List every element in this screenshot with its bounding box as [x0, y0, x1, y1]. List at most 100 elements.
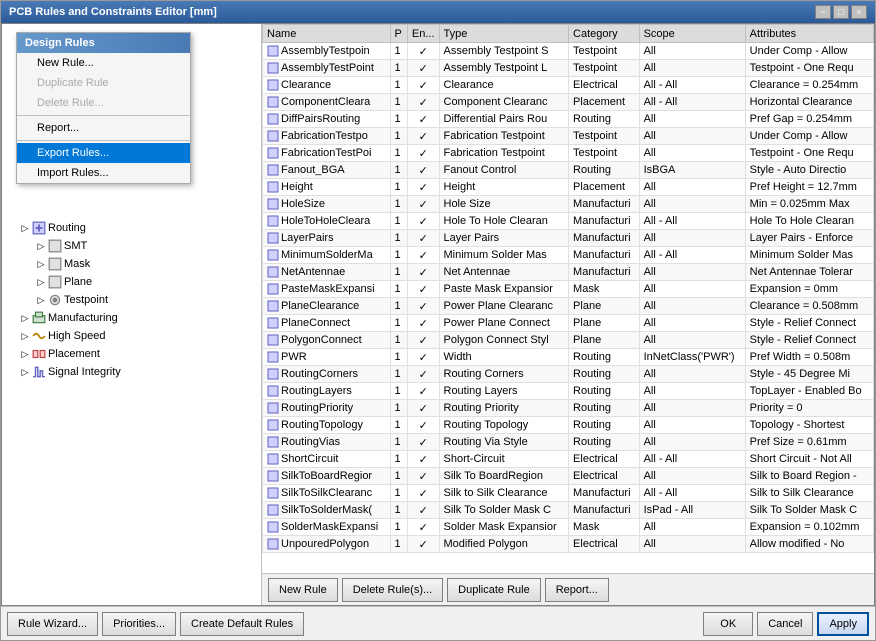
cell-priority: 1 [390, 43, 407, 60]
table-row[interactable]: FabricationTestPoi1✓Fabrication Testpoin… [263, 145, 874, 162]
cell-attributes: Style - 45 Degree Mi [745, 366, 873, 383]
cell-category: Plane [569, 298, 640, 315]
close-button[interactable]: × [851, 5, 867, 19]
cell-attributes: Hole To Hole Clearan [745, 213, 873, 230]
rules-table: Name P En... Type Category Scope Attribu… [262, 24, 874, 553]
table-row[interactable]: PlaneClearance1✓Power Plane ClearancPlan… [263, 298, 874, 315]
menu-item-import-rules[interactable]: Import Rules... [17, 163, 190, 183]
context-menu-header[interactable]: Design Rules [17, 33, 190, 53]
table-row[interactable]: PolygonConnect1✓Polygon Connect StylPlan… [263, 332, 874, 349]
table-row[interactable]: HoleToHoleCleara1✓Hole To Hole ClearanMa… [263, 213, 874, 230]
cell-priority: 1 [390, 247, 407, 264]
cell-scope: All - All [639, 94, 745, 111]
table-row[interactable]: FabricationTestpo1✓Fabrication Testpoint… [263, 128, 874, 145]
tree-label-manufacturing: Manufacturing [48, 312, 118, 324]
create-default-rules-button[interactable]: Create Default Rules [180, 612, 304, 636]
tree-item-placement[interactable]: ▷ Placement [2, 345, 261, 363]
table-row[interactable]: ComponentCleara1✓Component ClearancPlace… [263, 94, 874, 111]
cell-category: Mask [569, 281, 640, 298]
rule-wizard-button[interactable]: Rule Wizard... [7, 612, 98, 636]
table-row[interactable]: SilkToSolderMask(1✓Silk To Solder Mask C… [263, 502, 874, 519]
table-row[interactable]: AssemblyTestPoint1✓Assembly Testpoint LT… [263, 60, 874, 77]
window-title: PCB Rules and Constraints Editor [mm] [9, 6, 217, 18]
cell-category: Routing [569, 434, 640, 451]
table-row[interactable]: PlaneConnect1✓Power Plane ConnectPlaneAl… [263, 315, 874, 332]
tree-item-mask[interactable]: ▷ Mask [2, 255, 261, 273]
cell-scope: All [639, 179, 745, 196]
cell-attributes: Style - Relief Connect [745, 315, 873, 332]
cell-enabled: ✓ [407, 383, 439, 400]
tree-item-plane[interactable]: ▷ Plane [2, 273, 261, 291]
table-row[interactable]: SilkToSilkClearanc1✓Silk to Silk Clearan… [263, 485, 874, 502]
table-row[interactable]: SolderMaskExpansi1✓Solder Mask Expansior… [263, 519, 874, 536]
cell-scope: All [639, 281, 745, 298]
cell-type: Silk To Solder Mask C [439, 502, 569, 519]
duplicate-rule-button[interactable]: Duplicate Rule [447, 578, 541, 602]
menu-item-export-rules[interactable]: Export Rules... [17, 143, 190, 163]
new-rule-button[interactable]: New Rule [268, 578, 338, 602]
cell-type: Assembly Testpoint L [439, 60, 569, 77]
table-row[interactable]: RoutingCorners1✓Routing CornersRoutingAl… [263, 366, 874, 383]
table-row[interactable]: PWR1✓WidthRoutingInNetClass('PWR')Pref W… [263, 349, 874, 366]
delete-rule-button[interactable]: Delete Rule(s)... [342, 578, 443, 602]
cell-enabled: ✓ [407, 162, 439, 179]
cell-priority: 1 [390, 434, 407, 451]
cell-scope: All [639, 315, 745, 332]
cell-type: Hole To Hole Clearan [439, 213, 569, 230]
cell-category: Routing [569, 417, 640, 434]
col-header-category: Category [569, 25, 640, 43]
tree-item-highspeed[interactable]: ▷ High Speed [2, 327, 261, 345]
table-row[interactable]: AssemblyTestpoin1✓Assembly Testpoint STe… [263, 43, 874, 60]
menu-item-new-rule[interactable]: New Rule... [17, 53, 190, 73]
apply-button[interactable]: Apply [817, 612, 869, 636]
table-row[interactable]: PasteMaskExpansi1✓Paste Mask ExpansiorMa… [263, 281, 874, 298]
priorities-button[interactable]: Priorities... [102, 612, 176, 636]
table-row[interactable]: RoutingPriority1✓Routing PriorityRouting… [263, 400, 874, 417]
tree-item-testpoint[interactable]: ▷ Testpoint [2, 291, 261, 309]
rule-icon [267, 96, 279, 108]
table-row[interactable]: ShortCircuit1✓Short-CircuitElectricalAll… [263, 451, 874, 468]
table-row[interactable]: UnpouredPolygon1✓Modified PolygonElectri… [263, 536, 874, 553]
table-row[interactable]: MinimumSolderMa1✓Minimum Solder MasManuf… [263, 247, 874, 264]
table-row[interactable]: RoutingLayers1✓Routing LayersRoutingAllT… [263, 383, 874, 400]
cell-enabled: ✓ [407, 502, 439, 519]
tree-item-smt[interactable]: ▷ SMT [2, 237, 261, 255]
table-row[interactable]: Clearance1✓ClearanceElectricalAll - AllC… [263, 77, 874, 94]
table-row[interactable]: SilkToBoardRegior1✓Silk To BoardRegionEl… [263, 468, 874, 485]
menu-item-delete-rule[interactable]: Delete Rule... [17, 93, 190, 113]
tree-item-signal-integrity[interactable]: ▷ Signal Integrity [2, 363, 261, 381]
menu-item-duplicate-rule[interactable]: Duplicate Rule [17, 73, 190, 93]
cell-attributes: Testpoint - One Requ [745, 145, 873, 162]
rules-table-container[interactable]: Name P En... Type Category Scope Attribu… [262, 24, 874, 573]
minimize-button[interactable]: − [815, 5, 831, 19]
cell-attributes: Pref Size = 0.61mm [745, 434, 873, 451]
menu-item-report[interactable]: Report... [17, 118, 190, 138]
table-row[interactable]: NetAntennae1✓Net AntennaeManufacturiAllN… [263, 264, 874, 281]
expand-icon-testpoint: ▷ [34, 293, 48, 307]
cell-priority: 1 [390, 281, 407, 298]
ok-button[interactable]: OK [703, 612, 753, 636]
tree-item-routing[interactable]: ▷ Routing [2, 219, 261, 237]
rule-icon [267, 402, 279, 414]
cell-name: Clearance [263, 77, 391, 94]
cancel-button[interactable]: Cancel [757, 612, 813, 636]
report-button[interactable]: Report... [545, 578, 609, 602]
table-row[interactable]: Height1✓HeightPlacementAllPref Height = … [263, 179, 874, 196]
cell-category: Manufacturi [569, 264, 640, 281]
cell-type: Routing Priority [439, 400, 569, 417]
cell-priority: 1 [390, 162, 407, 179]
cell-priority: 1 [390, 485, 407, 502]
maximize-button[interactable]: □ [833, 5, 849, 19]
cell-category: Electrical [569, 77, 640, 94]
smt-icon [48, 239, 62, 253]
cell-type: Net Antennae [439, 264, 569, 281]
tree-item-manufacturing[interactable]: ▷ Manufacturing [2, 309, 261, 327]
table-row[interactable]: HoleSize1✓Hole SizeManufacturiAllMin = 0… [263, 196, 874, 213]
cell-enabled: ✓ [407, 247, 439, 264]
cell-scope: All [639, 366, 745, 383]
table-row[interactable]: LayerPairs1✓Layer PairsManufacturiAllLay… [263, 230, 874, 247]
table-row[interactable]: Fanout_BGA1✓Fanout ControlRoutingIsBGASt… [263, 162, 874, 179]
table-row[interactable]: RoutingVias1✓Routing Via StyleRoutingAll… [263, 434, 874, 451]
table-row[interactable]: DiffPairsRouting1✓Differential Pairs Rou… [263, 111, 874, 128]
table-row[interactable]: RoutingTopology1✓Routing TopologyRouting… [263, 417, 874, 434]
